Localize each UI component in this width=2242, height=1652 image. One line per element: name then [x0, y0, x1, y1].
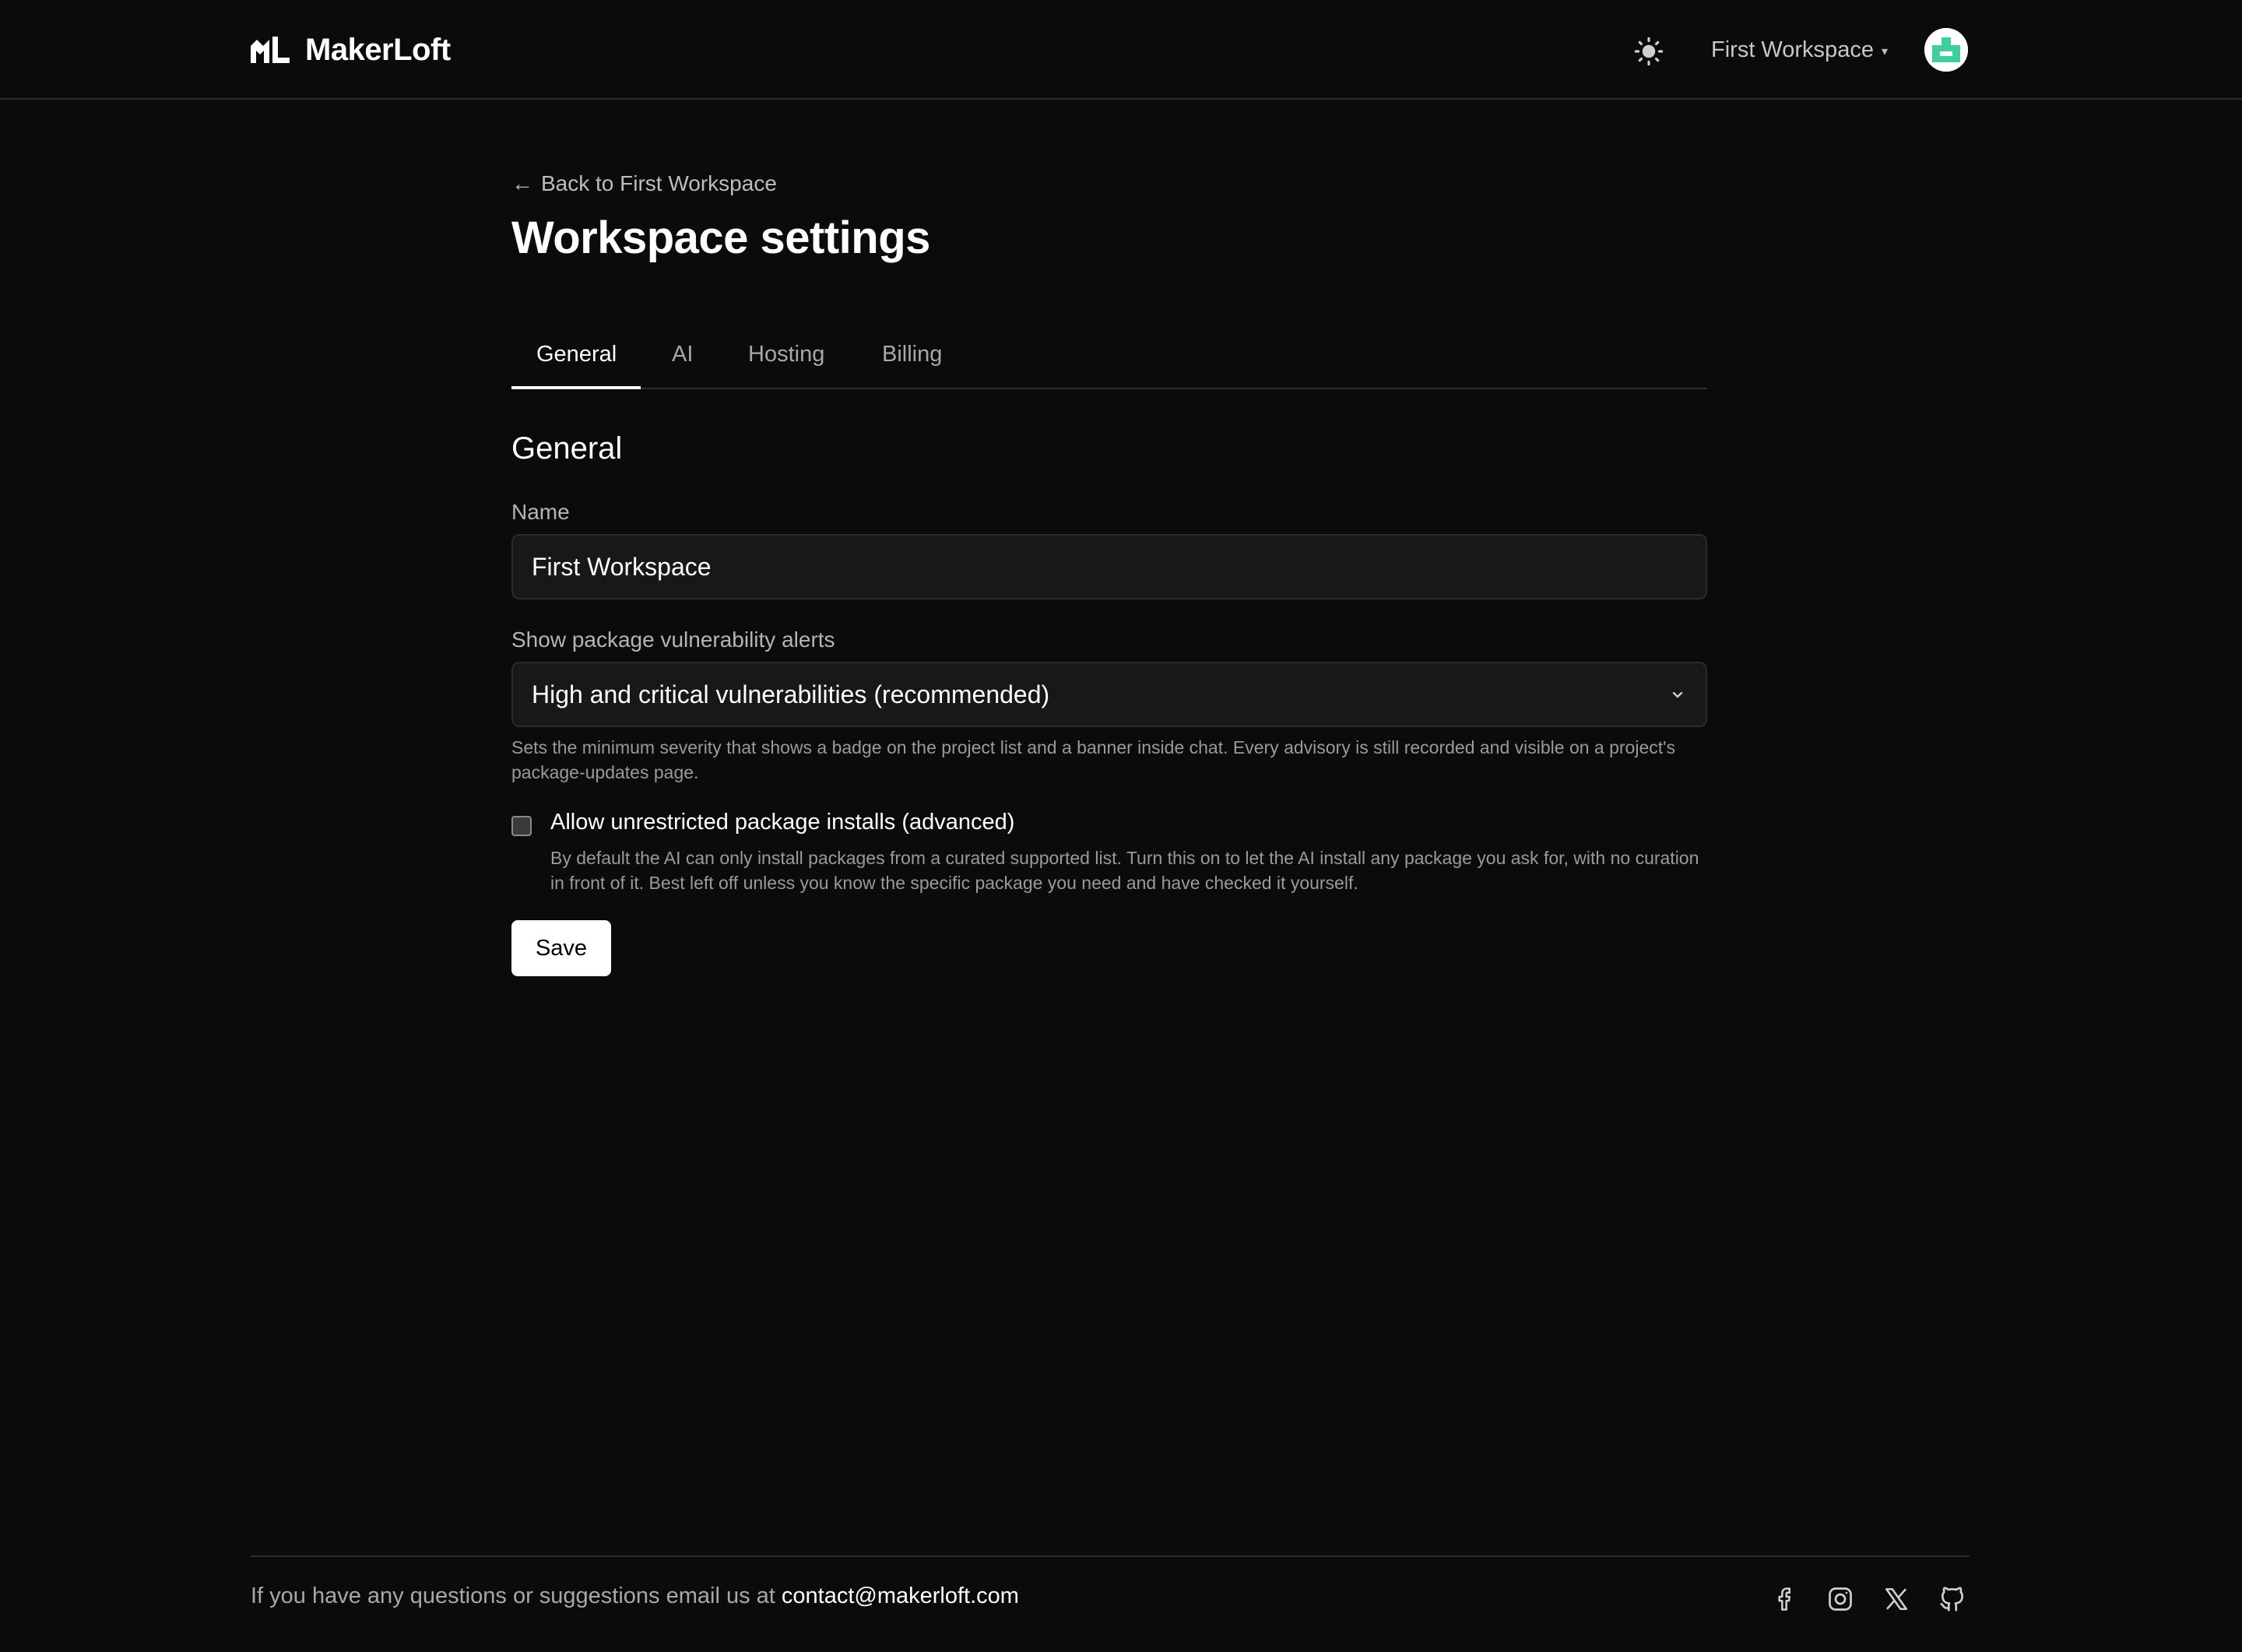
- tab-general[interactable]: General: [536, 327, 617, 388]
- arrow-left-icon: ←: [511, 171, 533, 195]
- page-title: Workspace settings: [511, 213, 930, 263]
- vulnerability-alerts-label: Show package vulnerability alerts: [511, 627, 835, 652]
- unrestricted-installs-help: By default the AI can only install packa…: [550, 848, 1699, 893]
- makerloft-logo-icon: [251, 37, 290, 63]
- name-input[interactable]: [511, 534, 1707, 599]
- github-link[interactable]: [1935, 1582, 1970, 1616]
- footer-divider: [251, 1555, 1970, 1557]
- brand[interactable]: MakerLoft: [251, 28, 451, 72]
- unrestricted-installs-label[interactable]: Allow unrestricted package installs (adv…: [550, 810, 1014, 835]
- sun-icon: [1634, 37, 1664, 66]
- vulnerability-alerts-select[interactable]: High and critical vulnerabilities (recom…: [511, 662, 1707, 727]
- facebook-icon: [1778, 1587, 1791, 1611]
- x-link[interactable]: [1879, 1582, 1913, 1616]
- chevron-down-icon: [1672, 691, 1683, 698]
- avatar[interactable]: [1924, 28, 1968, 72]
- workspace-switcher[interactable]: First Workspace ▾: [1711, 31, 1888, 69]
- settings-tabs: General AI Hosting Billing: [511, 327, 1707, 389]
- back-link-label: Back to First Workspace: [541, 171, 777, 195]
- x-icon: [1885, 1587, 1908, 1611]
- back-link[interactable]: ← Back to First Workspace: [511, 170, 777, 198]
- section-title-general: General: [511, 431, 623, 466]
- active-tab-indicator: [511, 386, 641, 389]
- vulnerability-alerts-help: Sets the minimum severity that shows a b…: [511, 737, 1676, 782]
- github-icon: [1940, 1587, 1964, 1612]
- caret-down-icon: ▾: [1881, 45, 1888, 58]
- footer-text: If you have any questions or suggestions…: [251, 1583, 782, 1608]
- tab-billing[interactable]: Billing: [882, 327, 942, 388]
- unrestricted-installs-checkbox[interactable]: [511, 816, 532, 836]
- save-button[interactable]: Save: [511, 920, 611, 976]
- instagram-link[interactable]: [1823, 1582, 1857, 1616]
- footer-email-link[interactable]: contact@makerloft.com: [782, 1583, 1019, 1608]
- tab-ai[interactable]: AI: [672, 327, 693, 388]
- tab-hosting[interactable]: Hosting: [748, 327, 824, 388]
- theme-toggle-button[interactable]: [1632, 34, 1666, 69]
- instagram-icon: [1829, 1587, 1852, 1611]
- workspace-switcher-label: First Workspace: [1711, 37, 1874, 62]
- facebook-link[interactable]: [1767, 1582, 1801, 1616]
- footer-contact-text: If you have any questions or suggestions…: [251, 1583, 1019, 1609]
- brand-name: MakerLoft: [305, 32, 451, 67]
- vulnerability-alerts-value: High and critical vulnerabilities (recom…: [532, 680, 1050, 708]
- top-header: MakerLoft First Workspace ▾: [0, 0, 2242, 100]
- name-label: Name: [511, 500, 570, 524]
